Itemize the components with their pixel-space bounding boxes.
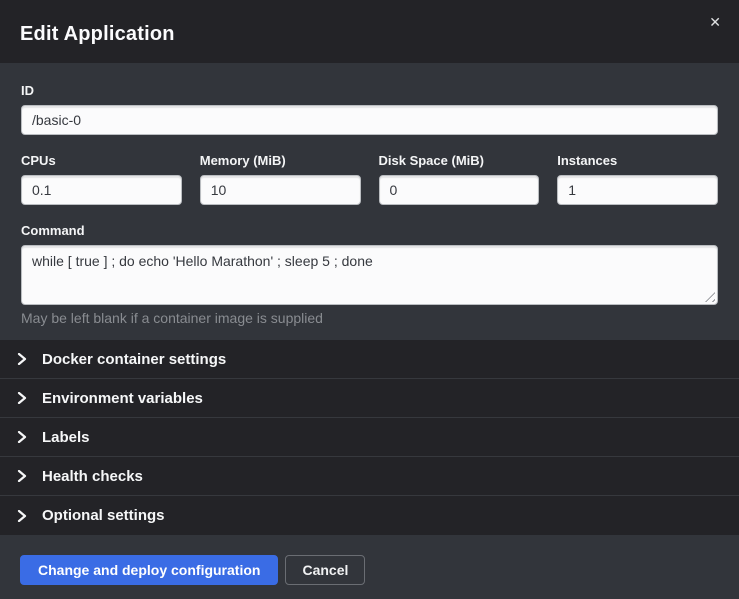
form-panel: ID CPUs Memory (MiB) Disk Space (MiB) In… — [0, 63, 739, 340]
accordion-sections: Docker container settings Environment va… — [0, 340, 739, 535]
chevron-right-icon — [17, 470, 27, 482]
instances-label: Instances — [557, 153, 718, 168]
section-label: Labels — [42, 429, 90, 446]
section-docker-container-settings[interactable]: Docker container settings — [0, 340, 739, 379]
command-field-group: Command while [ true ] ; do echo 'Hello … — [21, 223, 718, 326]
change-and-deploy-button[interactable]: Change and deploy configuration — [20, 555, 278, 585]
memory-label: Memory (MiB) — [200, 153, 361, 168]
cpus-input[interactable] — [21, 175, 182, 205]
section-labels[interactable]: Labels — [0, 418, 739, 457]
disk-label: Disk Space (MiB) — [379, 153, 540, 168]
command-help-text: May be left blank if a container image i… — [21, 310, 718, 326]
modal-title: Edit Application — [20, 23, 175, 46]
section-label: Environment variables — [42, 390, 203, 407]
section-optional-settings[interactable]: Optional settings — [0, 496, 739, 535]
section-health-checks[interactable]: Health checks — [0, 457, 739, 496]
memory-input[interactable] — [200, 175, 361, 205]
cancel-button[interactable]: Cancel — [285, 555, 365, 585]
chevron-right-icon — [17, 392, 27, 404]
resource-fields-row: CPUs Memory (MiB) Disk Space (MiB) Insta… — [21, 153, 718, 205]
chevron-right-icon — [17, 353, 27, 365]
chevron-right-icon — [17, 431, 27, 443]
command-textarea[interactable]: while [ true ] ; do echo 'Hello Marathon… — [21, 245, 718, 305]
command-label: Command — [21, 223, 718, 238]
modal-footer: Change and deploy configuration Cancel — [0, 535, 739, 599]
id-label: ID — [21, 83, 718, 98]
modal-header: Edit Application ✕ — [0, 0, 739, 63]
chevron-right-icon — [17, 510, 27, 522]
memory-field-group: Memory (MiB) — [200, 153, 361, 205]
edit-application-modal: Edit Application ✕ ID CPUs Memory (MiB) … — [0, 0, 739, 599]
section-label: Docker container settings — [42, 351, 226, 368]
disk-input[interactable] — [379, 175, 540, 205]
section-label: Health checks — [42, 468, 143, 485]
id-field-group: ID — [21, 83, 718, 135]
cpus-label: CPUs — [21, 153, 182, 168]
section-label: Optional settings — [42, 507, 165, 524]
section-environment-variables[interactable]: Environment variables — [0, 379, 739, 418]
close-icon[interactable]: ✕ — [705, 12, 725, 34]
disk-field-group: Disk Space (MiB) — [379, 153, 540, 205]
id-input[interactable] — [21, 105, 718, 135]
instances-input[interactable] — [557, 175, 718, 205]
cpus-field-group: CPUs — [21, 153, 182, 205]
instances-field-group: Instances — [557, 153, 718, 205]
